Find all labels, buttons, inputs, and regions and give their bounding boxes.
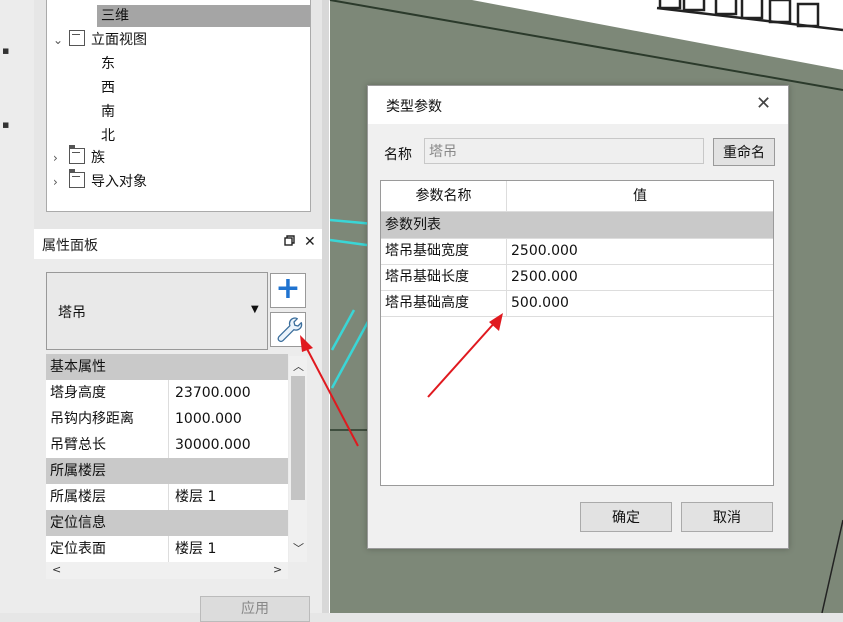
tree-item-label: 立面视图	[91, 32, 147, 48]
chevron-down-icon[interactable]: ⌄	[53, 29, 69, 51]
rename-button[interactable]: 重命名	[713, 138, 775, 166]
elevation-view-icon	[69, 30, 85, 46]
column-header-name: 参数名称	[381, 181, 507, 211]
type-parameters-dialog: 类型参数 ✕ 名称 塔吊 重命名 参数名称 值 参数列表 塔吊基础宽度 2500.…	[367, 85, 789, 549]
dialog-title: 类型参数	[386, 99, 442, 115]
tree-item-label: 导入对象	[91, 174, 147, 190]
project-browser: ▸ 三维 ⌄立面视图 东 西 南 北 ›族 ›导入对象	[46, 0, 311, 212]
category-row: 基本属性	[46, 354, 288, 381]
edit-type-button[interactable]	[270, 312, 306, 347]
scroll-right-icon[interactable]: >	[273, 563, 282, 576]
tree-item-south[interactable]: 南	[101, 101, 115, 123]
tree-item-north[interactable]: 北	[101, 125, 115, 147]
properties-panel-header: 属性面板 ✕	[34, 229, 322, 260]
category-row: 所属楼层	[46, 458, 288, 485]
property-row[interactable]: 吊臂总长 30000.000	[46, 432, 288, 459]
table-row[interactable]: 塔吊基础长度 2500.000	[381, 264, 773, 291]
horizontal-scrollbar[interactable]	[46, 562, 288, 579]
property-row[interactable]: 所属楼层 楼层 1	[46, 484, 288, 511]
tree-item-3d-view[interactable]: 三维	[97, 5, 310, 27]
scroll-down-icon[interactable]: ﹀	[293, 540, 304, 556]
type-selector-value: 塔吊	[58, 305, 86, 321]
properties-grid: 基本属性 塔身高度 23700.000 吊钩内移距离 1000.000 吊臂总长 30…	[46, 354, 288, 564]
clipped-text-mark: ▪	[2, 44, 10, 56]
chevron-right-icon[interactable]: ›	[53, 171, 69, 193]
import-icon	[69, 169, 85, 188]
scroll-left-icon[interactable]: <	[52, 563, 61, 576]
property-row[interactable]: 塔身高度 23700.000	[46, 380, 288, 407]
tree-item-label: 三维	[101, 8, 129, 24]
add-type-button[interactable]: +	[270, 273, 306, 308]
table-row[interactable]: 塔吊基础宽度 2500.000	[381, 238, 773, 265]
cancel-button[interactable]: 取消	[681, 502, 773, 532]
dropdown-arrow-icon[interactable]: ▼	[251, 304, 259, 315]
restore-icon[interactable]	[284, 234, 295, 250]
tree-item-west[interactable]: 西	[101, 77, 115, 99]
scroll-up-icon[interactable]: ︿	[293, 358, 304, 374]
category-row: 定位信息	[46, 510, 288, 537]
tree-item-imports[interactable]: › 导入对象	[53, 169, 147, 193]
parameter-table: 参数名称 值 参数列表 塔吊基础宽度 2500.000 塔吊基础长度 2500.00…	[380, 180, 774, 486]
properties-panel-title: 属性面板	[42, 238, 98, 254]
family-icon	[69, 145, 85, 164]
name-label: 名称	[384, 147, 412, 163]
property-row[interactable]: 吊钩内移距离 1000.000	[46, 406, 288, 433]
clipped-text-mark: ▪	[2, 118, 10, 130]
column-header-value: 值	[633, 188, 647, 204]
tree-item-families[interactable]: › 族	[53, 145, 105, 169]
tree-item-elevations[interactable]: ⌄ 立面视图	[53, 29, 147, 51]
dialog-titlebar: 类型参数 ✕	[368, 86, 788, 124]
scrollbar-thumb[interactable]	[291, 376, 305, 500]
ok-button[interactable]: 确定	[580, 502, 672, 532]
table-row[interactable]: 塔吊基础高度 500.000	[381, 290, 773, 317]
close-icon[interactable]: ✕	[756, 93, 771, 114]
tree-item-label: 族	[91, 150, 105, 166]
name-field[interactable]: 塔吊	[424, 138, 704, 164]
wrench-icon	[277, 317, 303, 343]
table-header: 参数名称 值	[381, 181, 773, 212]
tree-item-east[interactable]: 东	[101, 53, 115, 75]
close-icon[interactable]: ✕	[304, 234, 316, 250]
apply-button[interactable]: 应用	[200, 596, 310, 622]
panel-splitter[interactable]	[322, 0, 329, 613]
category-row: 参数列表	[381, 212, 773, 239]
plus-icon: +	[275, 271, 301, 306]
left-panel-strip	[0, 0, 34, 613]
property-row[interactable]: 定位表面 楼层 1	[46, 536, 288, 563]
chevron-right-icon[interactable]: ›	[53, 147, 69, 169]
type-selector[interactable]: 塔吊 ▼	[46, 272, 268, 350]
